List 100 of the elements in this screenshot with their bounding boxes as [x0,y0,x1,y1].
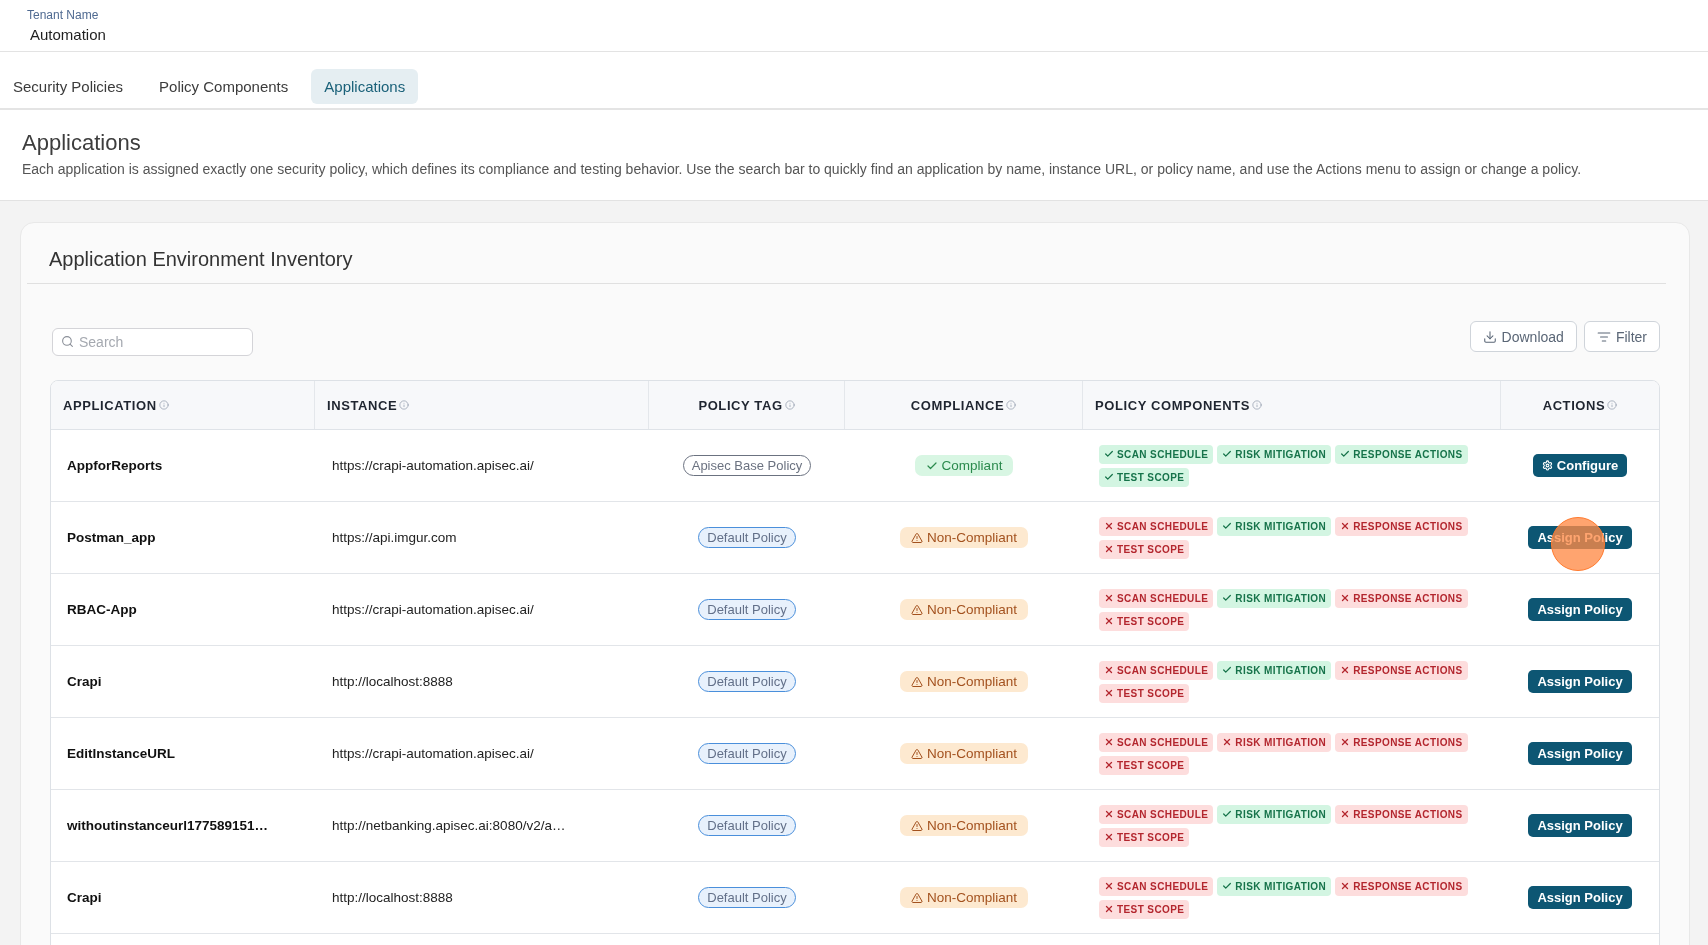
check-icon [1222,593,1233,603]
column-header: POLICY COMPONENTS [1095,397,1251,413]
policy-tag: Default Policy [698,815,796,836]
component-label: RESPONSE ACTIONS [1353,664,1463,676]
cross-icon [1222,737,1233,747]
warning-icon [910,891,923,904]
policy-tag: Default Policy [698,743,796,764]
search-icon [61,335,74,348]
assign-policy-button[interactable]: Assign Policy [1528,598,1632,621]
component-label: RESPONSE ACTIONS [1353,592,1463,604]
compliance-label: Non-Compliant [926,818,1017,833]
warning-icon [910,747,923,760]
policy-tag: Default Policy [698,599,796,620]
compliance-label: Non-Compliant [926,890,1017,905]
download-icon [1482,329,1497,344]
component-label: SCAN SCHEDULE [1117,736,1209,748]
download-button[interactable]: Download [1469,321,1577,352]
cross-icon [1104,904,1114,914]
check-icon [1104,472,1114,482]
cross-icon [1104,521,1114,531]
application-name: Postman_app [67,530,156,545]
application-name: Crapi [67,674,102,689]
assign-policy-button[interactable]: Assign Policy [1528,814,1632,837]
assign-policy-button[interactable]: Assign Policy [1528,670,1632,693]
info-icon [1252,400,1263,410]
cross-icon [1104,832,1114,842]
application-name: Crapi [67,890,102,905]
compliance-label: Non-Compliant [926,530,1017,545]
check-icon [1222,809,1233,819]
component-label: RESPONSE ACTIONS [1353,736,1463,748]
compliance-label: Non-Compliant [926,746,1017,761]
assign-policy-button[interactable]: Assign Policy [1528,886,1632,909]
component-label: SCAN SCHEDULE [1117,592,1209,604]
component-label: TEST SCOPE [1117,687,1185,699]
component-label: RESPONSE ACTIONS [1353,448,1463,460]
instance-url: https://crapi-automation.apisec.ai/ [332,602,534,617]
page-description: Each application is assigned exactly one security policy, which defines its compliance and testing behavior. Use the search bar to quickly find an application by name, instance URL, or policy name, and use the Actions menu to assign or change a policy. [22,160,1583,178]
component-label: RISK MITIGATION [1235,592,1327,604]
component-label: TEST SCOPE [1117,831,1185,843]
cross-icon [1104,809,1114,819]
cross-icon [1104,665,1114,675]
policy-tag: Default Policy [698,887,796,908]
component-label: RESPONSE ACTIONS [1353,520,1463,532]
application-name: RBAC-App [67,602,137,617]
instance-url: https://crapi-automation.apisec.ai/ [332,746,534,761]
page-title: Applications [22,130,142,156]
column-header: ACTIONS [1542,397,1606,413]
check-icon [1222,521,1233,531]
cross-icon [1104,760,1114,770]
info-icon [1006,400,1017,410]
info-icon [399,400,410,410]
warning-icon [910,531,923,544]
component-label: TEST SCOPE [1117,903,1185,915]
component-label: RISK MITIGATION [1235,880,1327,892]
component-label: SCAN SCHEDULE [1117,520,1209,532]
component-label: RESPONSE ACTIONS [1353,808,1463,820]
policy-tag: Default Policy [698,527,796,548]
cross-icon [1340,881,1351,891]
check-icon [1340,449,1351,459]
column-header: INSTANCE [327,397,398,413]
instance-url: https://crapi-automation.apisec.ai/ [332,458,534,473]
instance-url: https://api.imgur.com [332,530,457,545]
filter-button[interactable]: Filter [1583,321,1660,352]
search-field[interactable]: Search [52,328,253,356]
component-label: TEST SCOPE [1117,759,1185,771]
filter-icon [1596,329,1611,344]
check-icon [1222,881,1233,891]
component-label: SCAN SCHEDULE [1117,448,1209,460]
component-label: RISK MITIGATION [1235,736,1327,748]
tenant-label: Tenant Name [27,8,99,22]
component-label: SCAN SCHEDULE [1117,880,1209,892]
gear-icon [1541,460,1553,471]
cross-icon [1104,688,1114,698]
component-label: RESPONSE ACTIONS [1353,880,1463,892]
policy-tag: Apisec Base Policy [682,455,812,476]
check-icon [1222,449,1233,459]
cross-icon [1104,881,1114,891]
component-label: RISK MITIGATION [1235,808,1327,820]
application-name: EditInstanceURL [67,746,175,761]
cross-icon [1340,665,1351,675]
policy-tag: Default Policy [698,671,796,692]
cross-icon [1340,737,1351,747]
component-label: RISK MITIGATION [1235,520,1327,532]
configure-button[interactable]: Configure [1532,454,1628,477]
instance-url: http://netbanking.apisec.ai:8080/v2/a… [332,818,566,833]
column-header: COMPLIANCE [910,397,1005,413]
check-icon [1104,449,1114,459]
tab[interactable]: Policy Components [146,69,302,104]
application-name: AppforReports [67,458,163,473]
tab[interactable]: Applications [311,69,419,104]
cross-icon [1104,616,1114,626]
component-label: TEST SCOPE [1117,543,1185,555]
compliance-label: Compliant [941,458,1003,473]
cross-icon [1104,737,1114,747]
info-icon [158,400,169,410]
component-label: SCAN SCHEDULE [1117,664,1209,676]
component-label: RISK MITIGATION [1235,448,1327,460]
assign-policy-button[interactable]: Assign Policy [1528,742,1632,765]
tab[interactable]: Security Policies [0,69,137,104]
application-name: withoutinstanceurl177589151… [67,818,269,833]
